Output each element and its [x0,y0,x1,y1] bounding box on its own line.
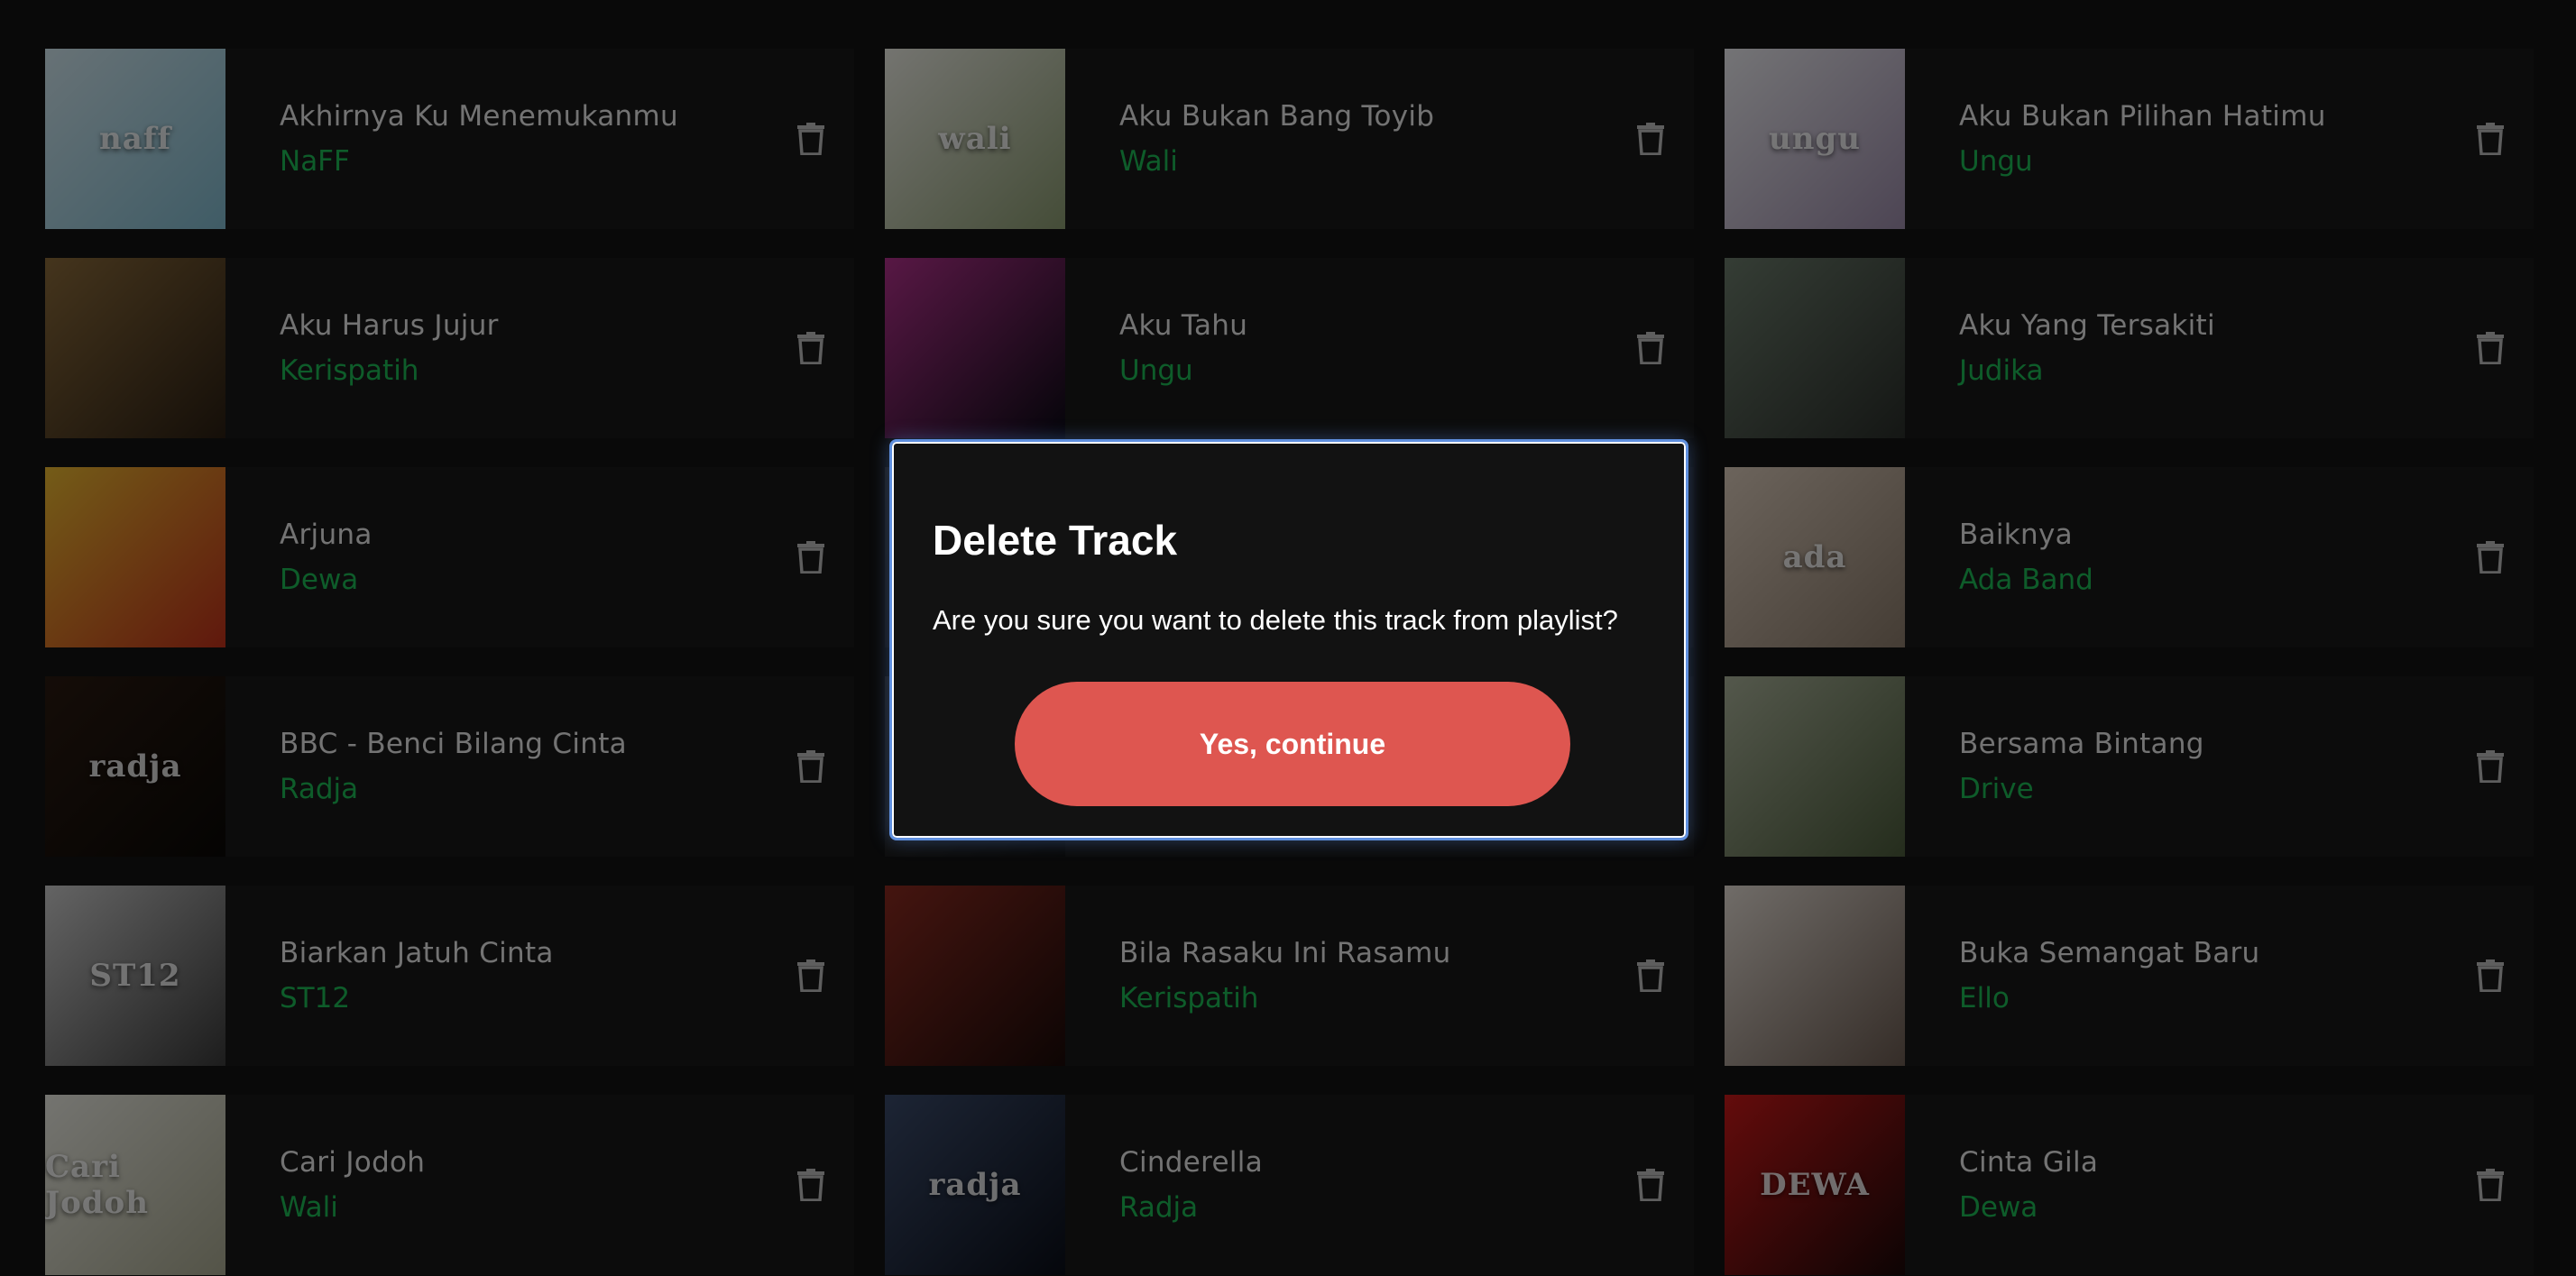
dialog-message: Are you sure you want to delete this tra… [933,604,1618,636]
dialog-title: Delete Track [933,517,1178,564]
confirm-delete-button[interactable]: Yes, continue [1015,682,1570,806]
delete-track-dialog: Delete Track Are you sure you want to de… [889,439,1688,840]
